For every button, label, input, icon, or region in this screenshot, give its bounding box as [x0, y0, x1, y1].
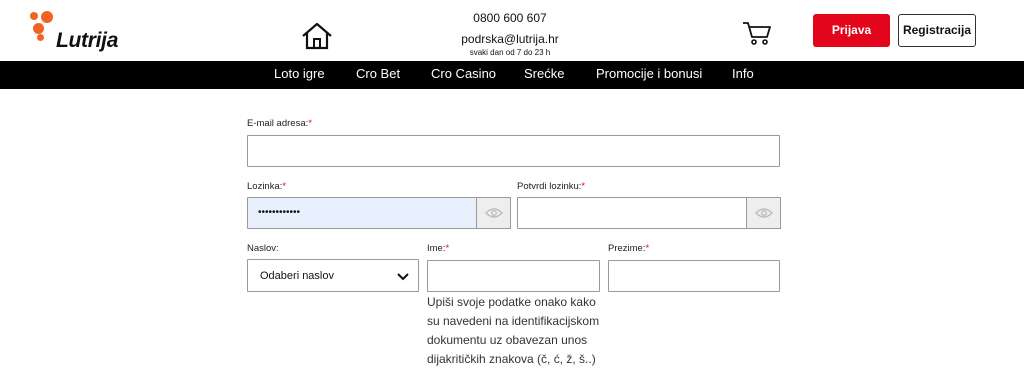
- confirm-password-field[interactable]: [517, 197, 781, 229]
- logo-dot: [30, 12, 38, 20]
- logo-text: Lutrija: [56, 29, 119, 52]
- show-confirm-password-button[interactable]: [746, 197, 781, 229]
- main-nav: Loto igre Cro Bet Cro Casino Srećke Prom…: [0, 61, 1024, 89]
- required-marker: *: [445, 243, 450, 254]
- show-password-button[interactable]: [476, 197, 511, 229]
- nav-item-cro-bet[interactable]: Cro Bet: [356, 61, 400, 89]
- logo-dot: [37, 34, 44, 41]
- contact-info: 0800 600 607 podrska@lutrija.hr svaki da…: [450, 10, 570, 58]
- logo-dot: [41, 11, 53, 23]
- login-button[interactable]: Prijava: [813, 14, 890, 47]
- contact-phone[interactable]: 0800 600 607: [450, 10, 570, 27]
- confirm-password-label: Potvrdi lozinku:*: [517, 181, 585, 193]
- site-header: Lutrija 0800 600 607 podrska@lutrija.hr …: [0, 0, 1024, 61]
- password-field[interactable]: ••••••••••••: [247, 197, 511, 229]
- password-label-text: Lozinka:: [247, 181, 283, 192]
- required-marker: *: [581, 181, 586, 192]
- last-name-label: Prezime:*: [608, 243, 649, 255]
- title-select[interactable]: Odaberi naslov: [247, 259, 419, 292]
- contact-email[interactable]: podrska@lutrija.hr: [450, 31, 570, 47]
- home-icon[interactable]: [301, 22, 333, 50]
- lutrija-logo[interactable]: Lutrija: [30, 10, 130, 52]
- nav-item-srecke[interactable]: Srećke: [524, 61, 564, 89]
- nav-item-cro-casino[interactable]: Cro Casino: [431, 61, 496, 89]
- contact-hours: svaki dan od 7 do 23 h: [469, 48, 551, 57]
- password-value: ••••••••••••: [258, 207, 301, 218]
- nav-item-promocije[interactable]: Promocije i bonusi: [596, 61, 702, 89]
- first-name-field[interactable]: [427, 260, 600, 292]
- email-field[interactable]: [247, 135, 780, 167]
- logo-dot: [33, 23, 44, 34]
- confirm-password-label-text: Potvrdi lozinku:: [517, 181, 582, 192]
- email-label: E-mail adresa:*: [247, 118, 312, 130]
- name-hint-text: Upiši svoje podatke onako kako su navede…: [427, 295, 600, 366]
- first-name-label: Ime:*: [427, 243, 449, 255]
- nav-item-info[interactable]: Info: [732, 61, 754, 89]
- eye-icon: [755, 208, 773, 218]
- last-name-label-text: Prezime:: [608, 243, 646, 254]
- required-marker: *: [308, 118, 312, 129]
- register-button[interactable]: Registracija: [898, 14, 976, 47]
- nav-item-loto-igre[interactable]: Loto igre: [274, 61, 325, 89]
- title-label-text: Naslov:: [247, 243, 279, 254]
- last-name-field[interactable]: [608, 260, 780, 292]
- eye-icon: [485, 208, 503, 218]
- title-label: Naslov:: [247, 243, 279, 255]
- chevron-down-icon: [397, 273, 409, 281]
- email-label-text: E-mail adresa:: [247, 118, 309, 129]
- required-marker: *: [282, 181, 287, 192]
- title-select-value: Odaberi naslov: [260, 270, 334, 282]
- password-label: Lozinka:*: [247, 181, 286, 193]
- first-name-label-text: Ime:: [427, 243, 446, 254]
- cart-icon[interactable]: [742, 20, 772, 46]
- required-marker: *: [645, 243, 650, 254]
